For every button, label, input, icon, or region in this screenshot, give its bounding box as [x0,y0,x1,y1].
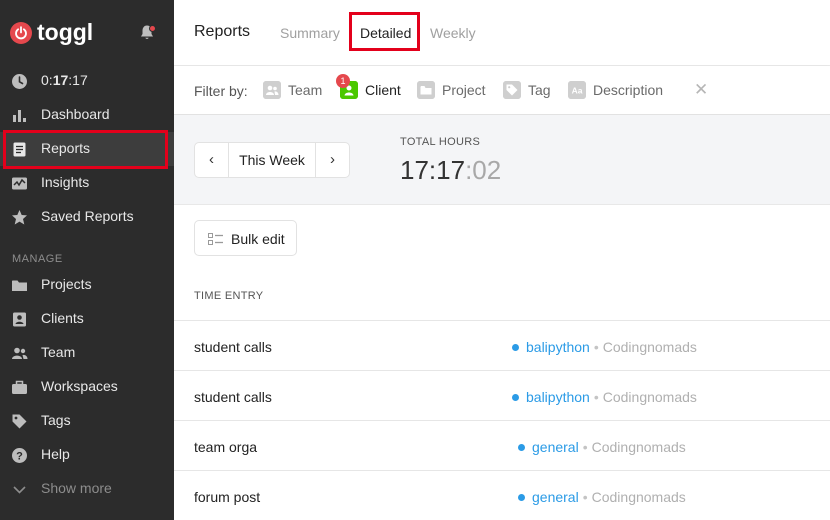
entry-description: student calls [194,389,272,405]
project-filter-icon [417,81,435,99]
filter-project-label: Project [442,82,486,98]
sidebar-item-reports[interactable]: Reports [0,132,174,166]
tag-filter-icon [503,81,521,99]
tab-weekly[interactable]: Weekly [430,25,476,41]
sidebar-item-label: Clients [41,310,84,326]
sidebar-item-label: Dashboard [41,106,110,122]
entry-project[interactable]: balipython • Codingnomads [512,339,697,355]
time-entry-list: student calls balipython • Codingnomads st… [174,320,830,520]
page-title: Reports [194,23,251,40]
client-filter-badge: 1 [336,74,350,88]
sidebar-item-label: Insights [41,174,90,190]
project-color-dot [512,344,519,351]
document-icon [13,142,26,157]
filter-team-label: Team [288,82,323,98]
sidebar-item-help[interactable]: ? Help [0,438,174,472]
description-filter-icon: Aa [568,81,586,99]
sidebar-show-more[interactable]: Show more [0,472,174,506]
project-color-dot [512,394,519,401]
list-checkbox-icon [208,233,223,245]
svg-text:Aa: Aa [572,86,583,96]
tab-summary[interactable]: Summary [280,25,340,41]
sidebar-item-workspaces[interactable]: Workspaces [0,370,174,404]
users-icon [12,347,28,359]
sidebar-item-clients[interactable]: Clients [0,302,174,336]
bulk-edit-button[interactable]: Bulk edit [194,220,297,256]
sidebar-item-label: Workspaces [41,378,118,394]
entry-project[interactable]: general • Codingnomads [518,489,686,505]
table-row[interactable]: student calls balipython • Codingnomads [174,321,830,371]
sidebar-item-label: Tags [41,412,71,428]
tag-icon [12,414,27,429]
entry-project[interactable]: general • Codingnomads [518,439,686,455]
total-hours-value: 17:17:02 [400,155,502,185]
folder-icon [12,280,27,291]
star-icon [12,210,27,225]
sidebar-timer[interactable]: 0:17:17 [0,64,174,98]
summary-band: ‹ This Week › TOTAL HOURS 17:17:02 [174,115,830,205]
filter-bar: Filter by: Team 1 Client Project Tag Aa … [174,66,830,115]
period-selector: ‹ This Week › [194,142,350,178]
sidebar-item-label: Saved Reports [41,208,134,224]
sidebar-item-label: Show more [41,480,112,496]
filter-description-label: Description [593,82,664,98]
project-color-dot [518,494,525,501]
sidebar-item-insights[interactable]: Insights [0,166,174,200]
team-filter-icon [263,81,281,99]
app-logo-text[interactable]: toggl [37,19,93,46]
question-circle-icon: ? [12,448,27,463]
sidebar-item-projects[interactable]: Projects [0,268,174,302]
toggl-power-icon [10,22,32,44]
previous-period-button[interactable]: ‹ [195,143,229,177]
table-row[interactable]: team orga general • Codingnomads [174,421,830,471]
entry-description: forum post [194,489,261,505]
reports-header: Reports Summary Detailed Weekly [174,0,830,66]
sidebar-item-label: Team [41,344,76,360]
contact-card-icon [13,312,26,327]
notification-dot [149,25,156,32]
table-row[interactable]: forum post general • Codingnomads [174,471,830,520]
timer-value: 0:17:17 [41,72,88,88]
clock-icon [12,74,27,89]
sidebar-item-label: Projects [41,276,92,292]
clear-filters-icon[interactable]: ✕ [694,80,708,100]
sidebar-item-tags[interactable]: Tags [0,404,174,438]
bar-chart-icon [13,110,26,122]
sidebar-item-dashboard[interactable]: Dashboard [0,98,174,132]
sidebar: toggl 0:17:17 Dashboard Reports Insights… [0,0,174,520]
sidebar-item-label: Help [41,446,70,462]
entry-description: team orga [194,439,258,455]
sidebar-item-saved-reports[interactable]: Saved Reports [0,200,174,234]
briefcase-icon [12,380,27,394]
filter-label: Filter by: [194,83,248,99]
table-row[interactable]: student calls balipython • Codingnomads [174,371,830,421]
sidebar-item-team[interactable]: Team [0,336,174,370]
manage-section-label: MANAGE [12,253,63,265]
time-entry-column-header: TIME ENTRY [194,290,264,302]
logo-row: toggl [0,0,174,64]
filter-tag-label: Tag [528,82,551,98]
pulse-chart-icon [12,177,27,190]
entry-description: student calls [194,339,272,355]
total-hours-label: TOTAL HOURS [400,136,481,148]
sidebar-item-label: Reports [41,140,91,156]
next-period-button[interactable]: › [315,143,349,177]
svg-text:?: ? [16,451,23,463]
project-color-dot [518,444,525,451]
entry-project[interactable]: balipython • Codingnomads [512,389,697,405]
bulk-edit-label: Bulk edit [231,231,285,247]
chevron-down-icon [13,486,26,494]
filter-client-label: Client [365,82,401,98]
period-label[interactable]: This Week [229,152,315,168]
tab-detailed[interactable]: Detailed [360,25,411,41]
